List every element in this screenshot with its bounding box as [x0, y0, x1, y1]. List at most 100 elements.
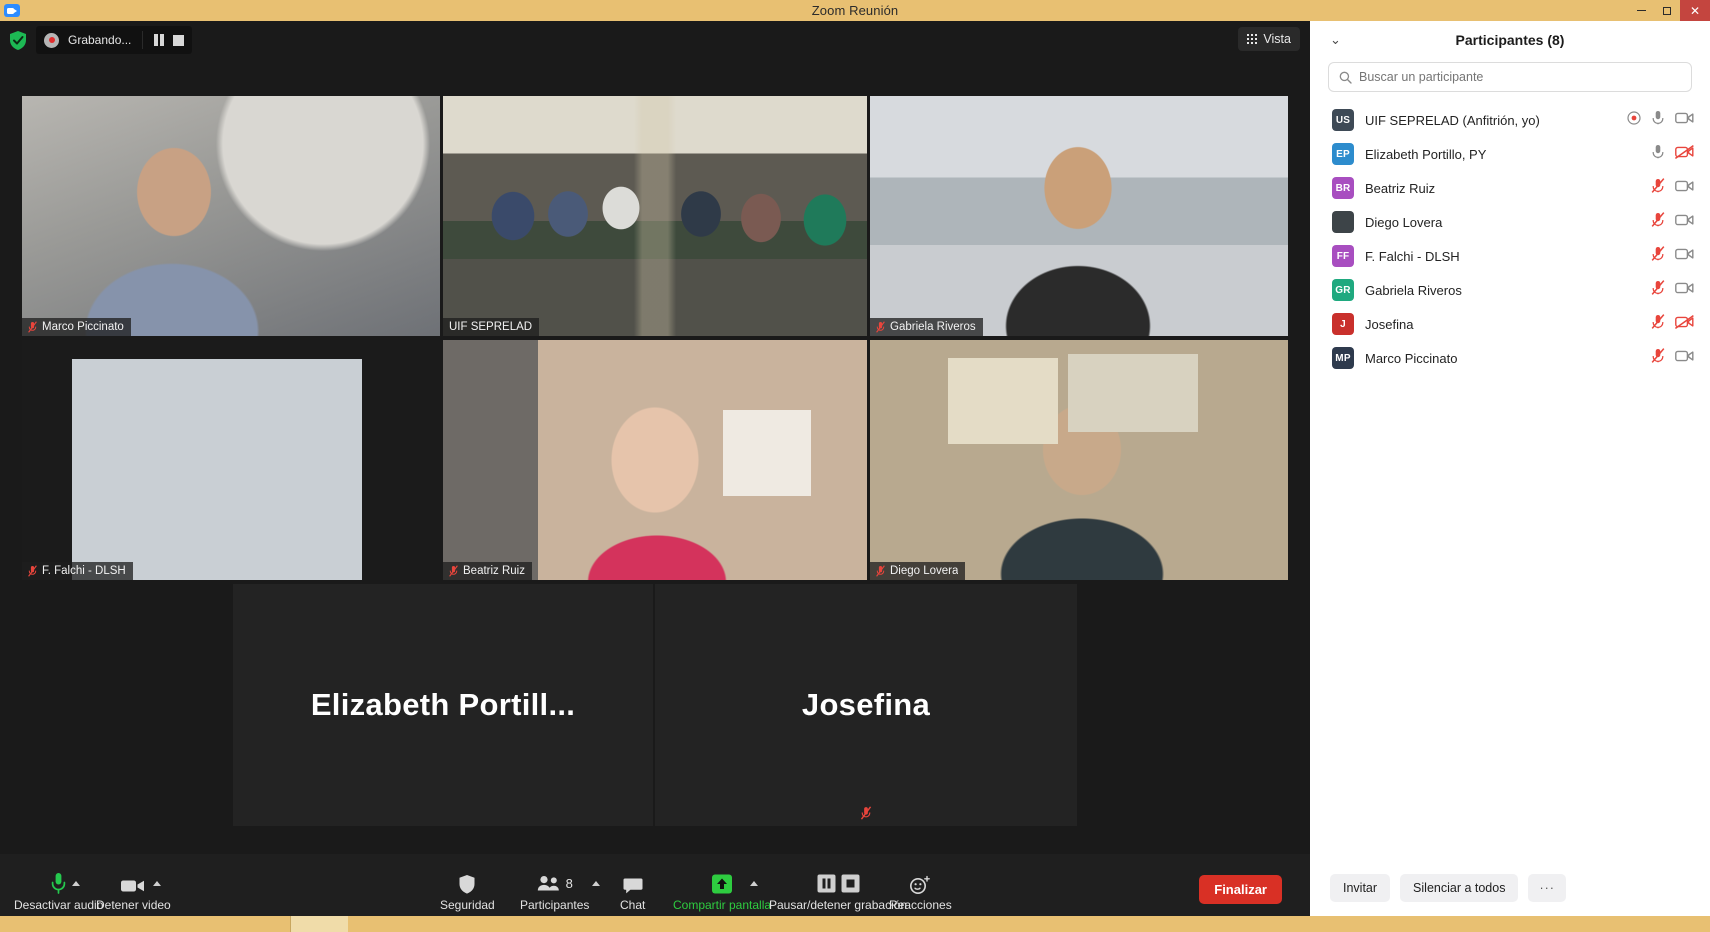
camera-on-button[interactable] — [1675, 179, 1694, 198]
person-silhouette — [22, 340, 440, 580]
shield-icon — [458, 871, 476, 895]
audio-options-chevron-icon[interactable] — [72, 881, 80, 886]
placeholder-name: Josefina — [801, 687, 931, 722]
mic-on-button[interactable] — [1651, 110, 1665, 130]
pause-recording-icon[interactable] — [154, 34, 164, 46]
participants-list[interactable]: US UIF SEPRELAD (Anfitrión, yo) EP Eliza… — [1310, 96, 1710, 860]
tile-name-badge: UIF SEPRELAD — [443, 318, 540, 336]
share-screen-button[interactable]: Compartir pantalla — [673, 871, 771, 912]
participant-status-icons — [1651, 280, 1694, 300]
participant-row[interactable]: GR Gabriela Riveros — [1310, 273, 1710, 307]
avatar: FF — [1332, 245, 1354, 267]
mic-muted-icon — [1651, 246, 1665, 261]
tile-name: UIF SEPRELAD — [449, 321, 533, 333]
participant-name: Beatriz Ruiz — [1365, 180, 1436, 196]
tile-name: Beatriz Ruiz — [463, 565, 525, 577]
conference-room-overlay — [443, 96, 867, 336]
video-options-chevron-icon[interactable] — [153, 881, 161, 886]
view-button[interactable]: Vista — [1237, 27, 1300, 51]
share-options-chevron-icon[interactable] — [750, 881, 758, 886]
invite-button[interactable]: Invitar — [1330, 874, 1391, 902]
chevron-down-icon[interactable]: ⌄ — [1330, 32, 1341, 48]
video-tile[interactable]: Marco Piccinato — [22, 96, 440, 336]
video-tile[interactable]: Diego Lovera — [870, 340, 1288, 580]
camera-muted-button[interactable] — [1674, 144, 1694, 164]
mic-muted-button[interactable] — [1651, 178, 1665, 198]
camera-on-button[interactable] — [1675, 349, 1694, 368]
mic-muted-button[interactable] — [1651, 212, 1665, 232]
tile-name-badge: Diego Lovera — [870, 562, 966, 580]
search-input[interactable] — [1359, 70, 1681, 84]
mic-muted-button[interactable] — [1651, 246, 1665, 266]
mic-on-button[interactable] — [1651, 144, 1665, 164]
maximize-button[interactable] — [1654, 0, 1680, 21]
participants-options-chevron-icon[interactable] — [592, 881, 600, 886]
participant-row[interactable]: MP Marco Piccinato — [1310, 341, 1710, 375]
camera-muted-icon — [1674, 144, 1694, 159]
participants-panel: ⌄ Participantes (8) US UIF SEPRELAD (Anf… — [1310, 21, 1710, 916]
camera-on-icon — [1675, 180, 1694, 191]
camera-icon — [120, 871, 146, 895]
person-silhouette — [443, 340, 867, 580]
mic-on-icon — [1652, 111, 1664, 125]
participant-status-icons — [1651, 178, 1694, 198]
more-options-button[interactable]: ··· — [1528, 874, 1566, 902]
camera-on-button[interactable] — [1675, 111, 1694, 130]
participant-search-box[interactable] — [1328, 62, 1692, 92]
participant-row[interactable]: J Josefina — [1310, 307, 1710, 341]
encryption-shield-icon[interactable] — [8, 30, 28, 51]
camera-on-icon — [1675, 112, 1694, 123]
video-tile[interactable]: Beatriz Ruiz — [443, 340, 867, 580]
recording-label: Grabando... — [68, 33, 132, 47]
share-screen-up-arrow-icon — [710, 871, 734, 895]
toggle-audio-label: Desactivar audio — [14, 898, 104, 912]
chat-label: Chat — [620, 898, 646, 912]
grid-icon — [1246, 33, 1258, 45]
camera-on-button[interactable] — [1675, 247, 1694, 266]
minimize-button[interactable] — [1628, 0, 1654, 21]
participant-placeholder-tile[interactable]: Josefina — [655, 584, 1077, 826]
mic-muted-button[interactable] — [1651, 280, 1665, 300]
video-tile[interactable]: Gabriela Riveros — [870, 96, 1288, 336]
participant-row[interactable]: FF F. Falchi - DLSH — [1310, 239, 1710, 273]
mute-all-button[interactable]: Silenciar a todos — [1400, 874, 1519, 902]
avatar: GR — [1332, 279, 1354, 301]
video-tile-active-speaker[interactable]: UIF SEPRELAD — [443, 96, 867, 336]
meeting-top-bar: Grabando... Vista — [0, 21, 1310, 59]
stop-recording-icon[interactable] — [172, 34, 184, 46]
record-dot-icon — [44, 32, 59, 48]
camera-muted-button[interactable] — [1674, 314, 1694, 334]
video-tile[interactable]: F. Falchi - DLSH — [22, 340, 440, 580]
avatar — [1332, 211, 1354, 233]
toggle-audio-button[interactable]: Desactivar audio — [14, 871, 103, 912]
toggle-video-button[interactable]: Detener video — [96, 871, 171, 912]
meeting-controls-toolbar: Desactivar audio Detener video Seguridad… — [0, 854, 1310, 916]
window-controls: ✕ — [1628, 0, 1710, 21]
security-button[interactable]: Seguridad — [440, 871, 495, 912]
participant-row[interactable]: US UIF SEPRELAD (Anfitrión, yo) — [1310, 103, 1710, 137]
camera-on-button[interactable] — [1675, 281, 1694, 300]
reactions-button[interactable]: Reacciones — [889, 871, 952, 912]
participant-placeholder-tile[interactable]: Elizabeth Portill... — [233, 584, 653, 826]
record-controls-button[interactable]: Pausar/detener grabación — [769, 871, 907, 912]
taskbar — [0, 916, 1710, 932]
end-meeting-button[interactable]: Finalizar — [1199, 875, 1282, 904]
participant-row[interactable]: BR Beatriz Ruiz — [1310, 171, 1710, 205]
avatar: J — [1332, 313, 1354, 335]
participant-status-icons — [1651, 348, 1694, 368]
tile-name-badge: F. Falchi - DLSH — [22, 562, 133, 580]
avatar: EP — [1332, 143, 1354, 165]
meeting-stage: Grabando... Vista Marco Piccinato UIF SE… — [0, 21, 1310, 916]
participants-button[interactable]: 8 Participantes — [520, 871, 589, 912]
security-label: Seguridad — [440, 898, 495, 912]
host-record-icon — [1627, 110, 1641, 125]
mic-muted-button[interactable] — [1651, 348, 1665, 368]
participant-row[interactable]: EP Elizabeth Portillo, PY — [1310, 137, 1710, 171]
participant-row[interactable]: Diego Lovera — [1310, 205, 1710, 239]
participant-status-icons — [1651, 314, 1694, 334]
mic-muted-button[interactable] — [1651, 314, 1665, 334]
chat-button[interactable]: Chat — [620, 871, 645, 912]
close-button[interactable]: ✕ — [1680, 0, 1710, 21]
divider — [142, 31, 144, 49]
camera-on-button[interactable] — [1675, 213, 1694, 232]
